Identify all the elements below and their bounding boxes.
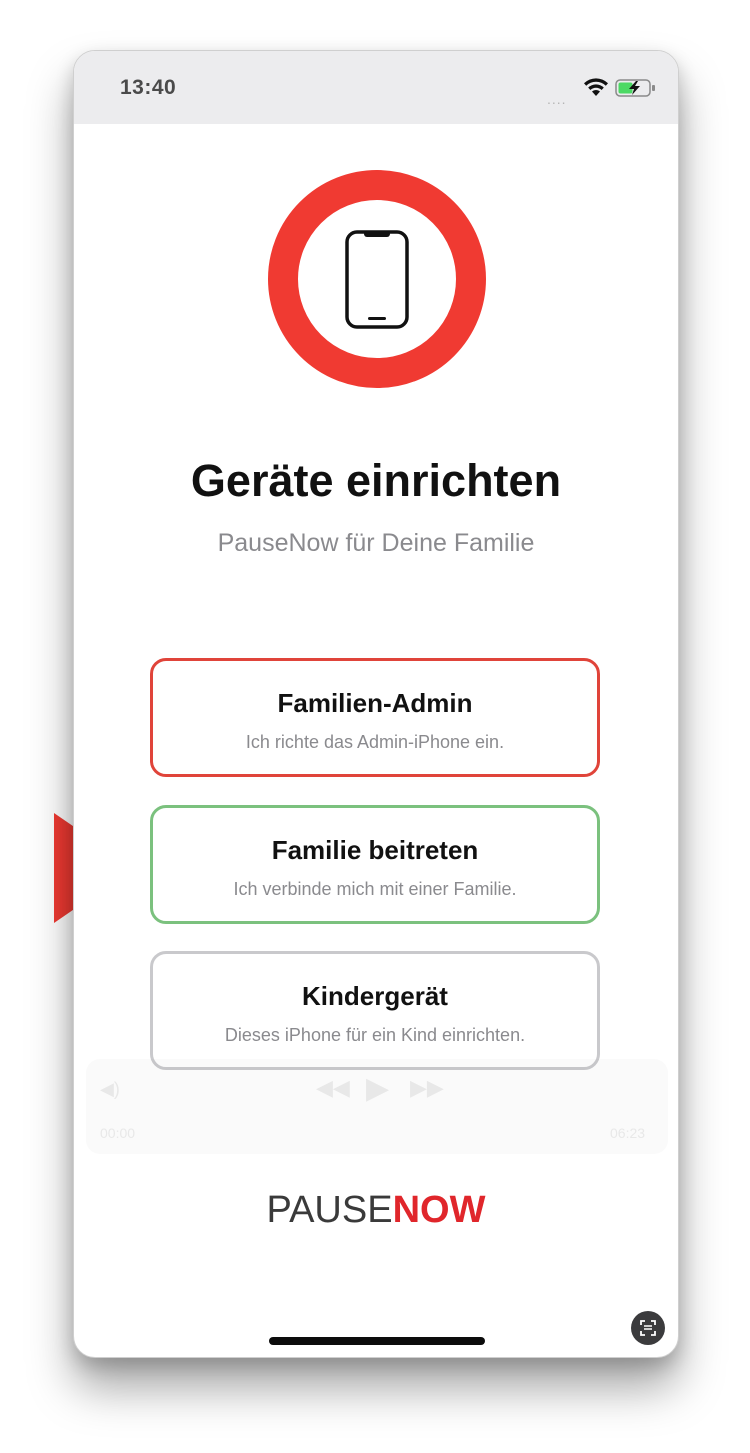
- pausenow-logo: PAUSENOW: [74, 1189, 678, 1232]
- volume-icon: ◀): [100, 1079, 120, 1099]
- phone-screen: 13:40 .... Geräte einrichten PauseNow fü…: [73, 50, 679, 1358]
- page-title: Geräte einrichten: [190, 455, 562, 506]
- smartphone-icon: [268, 170, 486, 388]
- wifi-icon: [584, 78, 608, 96]
- remaining-time: 06:23: [610, 1125, 646, 1141]
- status-time: 13:40: [120, 76, 177, 99]
- elapsed-time: 00:00: [100, 1125, 136, 1141]
- battery-charging-icon: [615, 79, 655, 97]
- option-subtitle: Dieses iPhone für ein Kind einrichten.: [224, 1025, 526, 1045]
- logo-text-pause: PAUSE: [266, 1189, 393, 1231]
- play-icon: ▶: [366, 1072, 390, 1105]
- option-child-device-button[interactable]: Kindergerät Dieses iPhone für ein Kind e…: [150, 951, 600, 1070]
- logo-text-now: NOW: [392, 1189, 486, 1231]
- option-subtitle: Ich verbinde mich mit einer Familie.: [233, 879, 517, 899]
- option-join-family-button[interactable]: Familie beitreten Ich verbinde mich mit …: [150, 805, 600, 924]
- option-subtitle: Ich richte das Admin-iPhone ein.: [245, 732, 505, 752]
- signal-dots: ....: [547, 91, 567, 107]
- page-subtitle: PauseNow für Deine Familie: [217, 529, 535, 557]
- media-controls-overlay: ◀) ◀◀ ▶ ▶▶ 00:00 06:23: [86, 1059, 668, 1154]
- home-indicator[interactable]: [269, 1337, 485, 1345]
- screenshot-page: 13:40 .... Geräte einrichten PauseNow fü…: [0, 0, 750, 1453]
- fast-forward-icon: ▶▶: [410, 1075, 444, 1100]
- scan-text-icon: [640, 1320, 656, 1336]
- option-family-admin-button[interactable]: Familien-Admin Ich richte das Admin-iPho…: [150, 658, 600, 777]
- status-bar: 13:40 ....: [74, 51, 678, 124]
- option-title: Kindergerät: [302, 981, 448, 1011]
- option-title: Familien-Admin: [277, 688, 473, 718]
- scan-text-button[interactable]: [631, 1311, 665, 1345]
- rewind-icon: ◀◀: [316, 1075, 350, 1100]
- option-title: Familie beitreten: [271, 835, 479, 865]
